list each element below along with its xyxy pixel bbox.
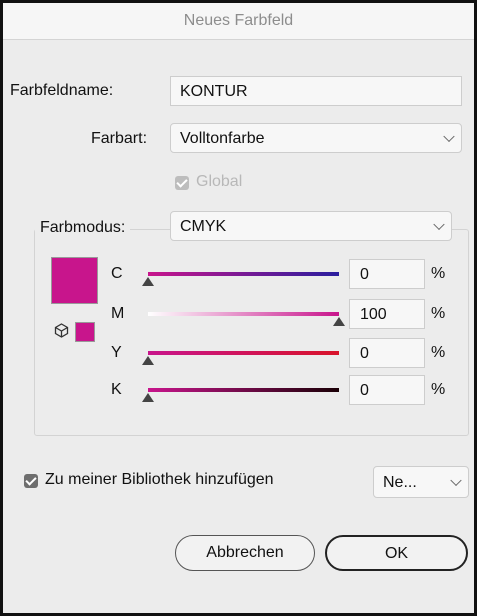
value-input-k[interactable]: 0 — [349, 375, 425, 405]
slider-track-y[interactable] — [148, 351, 339, 355]
color-mode-select[interactable]: CMYK — [170, 211, 452, 241]
add-to-library-checkbox[interactable] — [24, 474, 38, 488]
add-to-library-label: Zu meiner Bibliothek hinzufügen — [45, 471, 274, 488]
library-select-value: Ne... — [383, 474, 417, 491]
color-type-value: Volltonfarbe — [180, 130, 265, 147]
value-input-c[interactable]: 0 — [349, 259, 425, 289]
swatch-name-label: Farbfeldname: — [10, 82, 114, 99]
slider-label-y: Y — [111, 344, 122, 361]
global-label: Global — [196, 173, 243, 190]
swatch-name-input[interactable]: KONTUR — [170, 76, 462, 106]
ok-button[interactable]: OK — [325, 535, 468, 571]
percent-unit-label: % — [431, 344, 446, 361]
value-input-m[interactable]: 100 — [349, 299, 425, 329]
gamut-color-swatch[interactable] — [75, 322, 95, 342]
global-checkbox[interactable] — [175, 176, 189, 190]
slider-track-m[interactable] — [148, 312, 339, 316]
slider-thumb-k[interactable] — [142, 393, 154, 402]
slider-label-m: M — [111, 305, 125, 322]
color-type-label: Farbart: — [91, 130, 148, 147]
slider-thumb-y[interactable] — [142, 356, 154, 365]
library-select[interactable]: Ne... — [373, 466, 469, 498]
cancel-button[interactable]: Abbrechen — [175, 535, 315, 571]
color-mode-value: CMYK — [180, 218, 227, 235]
percent-unit-label: % — [431, 265, 446, 282]
color-mode-label: Farbmodus: — [35, 219, 131, 237]
slider-track-c[interactable] — [148, 272, 339, 276]
percent-unit-label: % — [431, 381, 446, 398]
slider-thumb-m[interactable] — [333, 317, 345, 326]
new-swatch-dialog: Neues Farbfeld Farbfeldname: KONTUR Farb… — [0, 0, 477, 616]
value-input-y[interactable]: 0 — [349, 338, 425, 368]
slider-label-c: C — [111, 265, 123, 282]
slider-track-k[interactable] — [148, 388, 339, 392]
gamut-cube-icon — [54, 323, 69, 338]
swatch-name-value: KONTUR — [180, 83, 248, 100]
dialog-title: Neues Farbfeld — [3, 3, 474, 40]
chevron-down-icon — [450, 474, 462, 487]
color-type-select[interactable]: Volltonfarbe — [170, 123, 462, 153]
color-preview-swatch — [51, 257, 98, 304]
chevron-down-icon — [433, 218, 445, 231]
slider-thumb-c[interactable] — [142, 277, 154, 286]
percent-unit-label: % — [431, 305, 446, 322]
chevron-down-icon — [443, 130, 455, 143]
slider-label-k: K — [111, 381, 122, 398]
